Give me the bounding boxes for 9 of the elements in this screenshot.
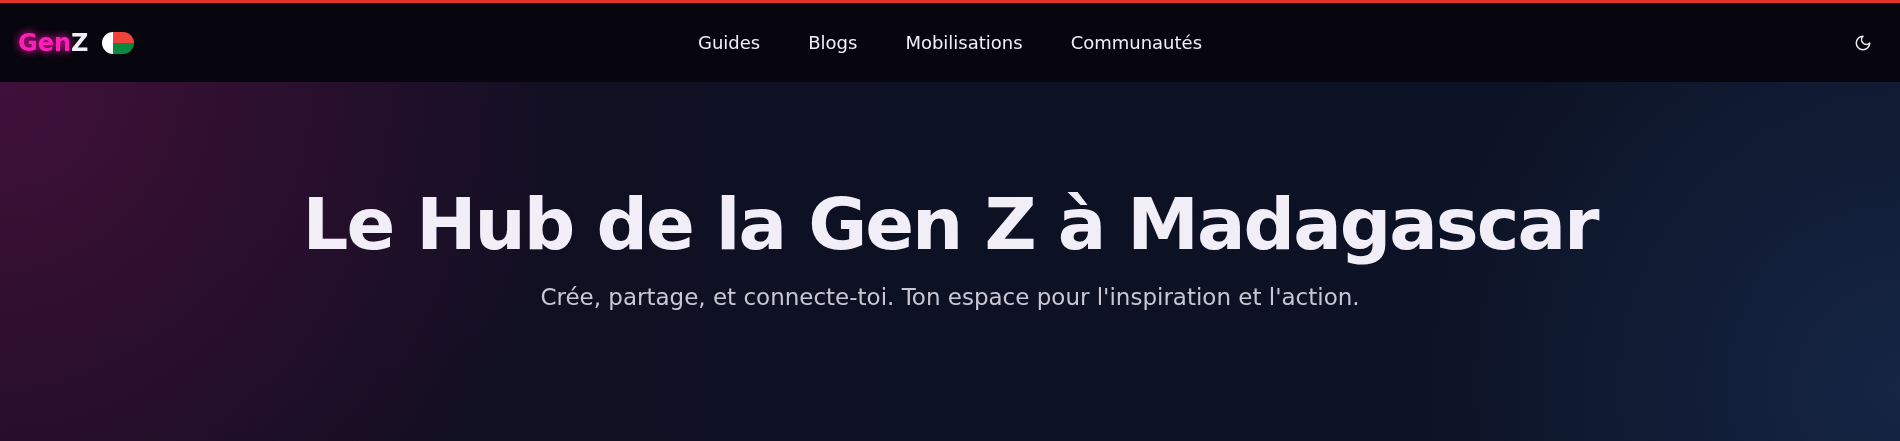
nav-link[interactable]: Communautés: [1070, 32, 1203, 53]
moon-icon[interactable]: [1854, 33, 1872, 52]
logo[interactable]: GenZ: [18, 28, 89, 57]
hero-title: Le Hub de la Gen Z à Madagascar: [302, 182, 1598, 266]
nav-link[interactable]: Blogs: [808, 32, 858, 53]
hero-subtitle: Crée, partage, et connecte-toi. Ton espace pour l'inspiration et l'action.: [540, 283, 1360, 312]
nav-link[interactable]: Mobilisations: [905, 32, 1023, 53]
flag-toggle-icon[interactable]: [102, 31, 135, 54]
nav-link[interactable]: Guides: [697, 32, 761, 53]
